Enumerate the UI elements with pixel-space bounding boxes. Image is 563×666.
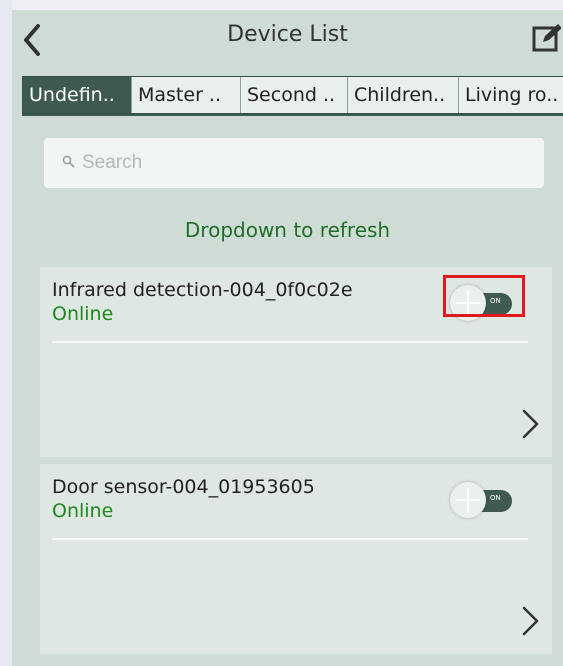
chevron-right-icon[interactable] [520,604,542,638]
page-title: Device List [227,22,348,47]
edit-icon[interactable] [531,22,561,54]
search-icon [62,155,75,168]
search-input[interactable] [82,138,522,188]
tab-children[interactable]: Children.. [348,77,459,113]
tab-master[interactable]: Master .. [132,77,241,113]
device-toggle[interactable]: ON [450,482,520,518]
toggle-label: ON [490,494,501,502]
chevron-right-icon[interactable] [520,407,542,441]
device-name: Infrared detection-004_0f0c02e [52,279,353,301]
search-box [44,138,544,188]
tab-undefined[interactable]: Undefin.. [23,77,132,113]
card-divider [52,341,528,343]
device-card[interactable]: Door sensor-004_01953605 Online ON [40,464,552,654]
tab-living-room[interactable]: Living ro.. [459,77,563,113]
refresh-hint: Dropdown to refresh [184,218,391,242]
device-status: Online [52,303,114,325]
device-card[interactable]: Infrared detection-004_0f0c02e Online ON [40,267,552,457]
card-divider [52,538,528,540]
device-status: Online [52,500,114,522]
device-name: Door sensor-004_01953605 [52,476,315,498]
tab-second[interactable]: Second .. [241,77,348,113]
tabs-divider [22,114,563,116]
device-list-screen: Device List Undefin.. Master .. Second .… [12,10,563,666]
header-bar: Device List [12,10,563,70]
toggle-knob [450,482,486,518]
toggle-highlight-box [443,275,525,317]
left-margin [0,0,12,666]
room-tabs: Undefin.. Master .. Second .. Children..… [22,76,563,114]
app-window: Device List Undefin.. Master .. Second .… [0,0,563,666]
